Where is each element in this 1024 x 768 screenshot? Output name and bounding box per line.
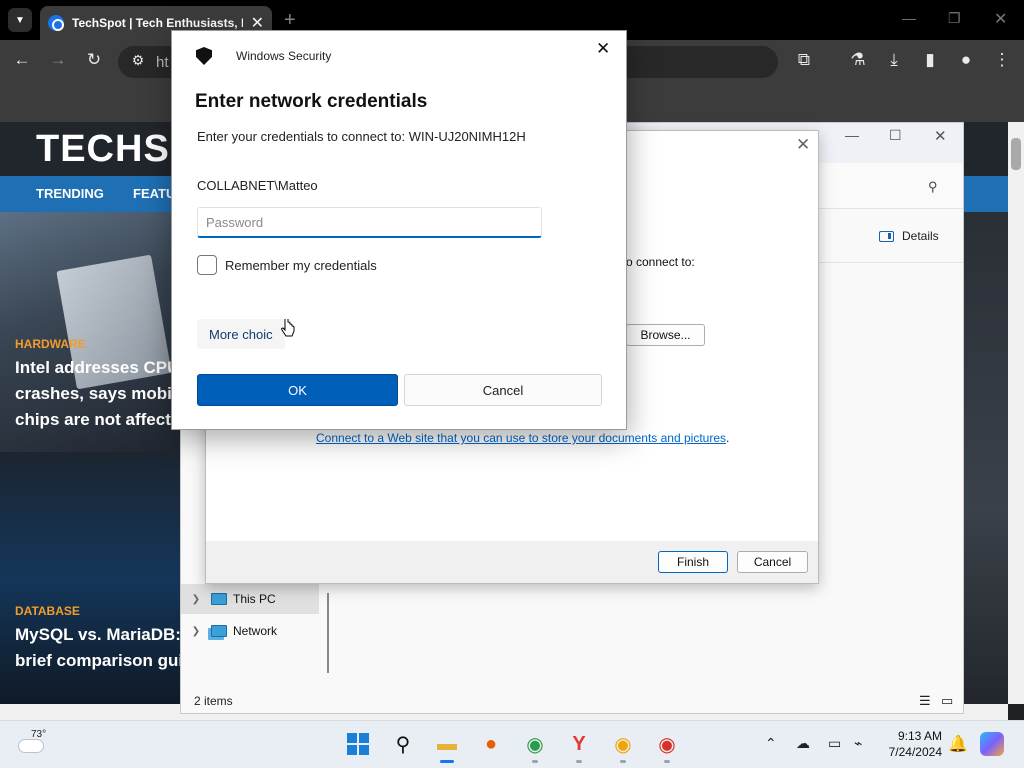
- clock-date: 7/24/2024: [888, 745, 942, 759]
- article-headline[interactable]: crashes, says mobil: [15, 381, 180, 407]
- explorer-close-button[interactable]: ✕: [934, 127, 947, 145]
- show-hidden-icons-chevron-icon[interactable]: ⌃: [765, 735, 777, 752]
- remember-credentials-option[interactable]: Remember my credentials: [197, 255, 377, 275]
- windows-logo-icon: [347, 733, 369, 755]
- windows-taskbar: 73° ⚲ ▬ ● ◉ Y ◉ ◉ ⌃ ☁ ▭ ⌁ 9:13 AM 7/24/2…: [0, 720, 1024, 768]
- running-indicator: [620, 760, 626, 763]
- wizard-cancel-button[interactable]: Cancel: [737, 551, 808, 573]
- network-status-icon[interactable]: ⌁: [854, 735, 862, 752]
- password-input[interactable]: [197, 207, 542, 238]
- explorer-maximize-button[interactable]: ☐: [889, 127, 902, 144]
- network-icon: [211, 625, 227, 637]
- remember-credentials-label: Remember my credentials: [225, 257, 377, 273]
- remember-credentials-checkbox[interactable]: [197, 255, 217, 275]
- page-vertical-scrollbar[interactable]: [1008, 122, 1024, 704]
- details-pane-icon: [879, 230, 894, 242]
- article-category[interactable]: HARDWARE: [15, 337, 86, 351]
- wizard-folder-label: o connect to:: [626, 255, 695, 269]
- hand-cursor-icon: [281, 319, 295, 337]
- weather-temperature: 73°: [31, 729, 47, 740]
- site-info-icon[interactable]: ⚙: [126, 52, 150, 69]
- address-bar-text: ht: [156, 54, 169, 71]
- chevron-right-icon[interactable]: ❯: [181, 626, 211, 637]
- cancel-button[interactable]: Cancel: [404, 374, 602, 406]
- status-item-count: 2 items: [194, 694, 233, 708]
- yandex-browser-icon[interactable]: Y: [564, 729, 594, 763]
- tab-title: TechSpot | Tech Enthusiasts, Po: [72, 16, 243, 30]
- article-headline[interactable]: brief comparison gui: [15, 648, 180, 674]
- back-icon[interactable]: ←: [10, 50, 34, 70]
- extensions-icon[interactable]: ⧉: [792, 50, 816, 70]
- chrome-icon[interactable]: ◉: [520, 729, 550, 763]
- copilot-icon[interactable]: [980, 732, 1004, 756]
- reload-icon[interactable]: ↻: [82, 50, 106, 70]
- nav-tree-this-pc[interactable]: ❯ This PC: [181, 584, 319, 614]
- username-label: COLLABNET\Matteo: [197, 178, 318, 193]
- nav-tree-label: Network: [233, 624, 278, 638]
- firefox-icon[interactable]: ●: [476, 729, 506, 759]
- tab-search-button[interactable]: ▼: [8, 8, 32, 32]
- wizard-close-button[interactable]: ✕: [796, 135, 810, 155]
- chrome-beta-icon[interactable]: ◉: [608, 729, 638, 763]
- more-choices-button[interactable]: More choic: [197, 319, 285, 349]
- ok-button[interactable]: OK: [197, 374, 398, 406]
- file-explorer-taskbar-icon[interactable]: ▬: [432, 729, 462, 763]
- dialog-heading: Enter network credentials: [195, 91, 428, 112]
- article-headline[interactable]: chips are not affecte: [15, 407, 180, 433]
- article-headline[interactable]: Intel addresses CPU: [15, 355, 180, 381]
- hero-image-right: [964, 212, 1008, 704]
- web-site-link[interactable]: Connect to a Web site that you can use t…: [316, 431, 726, 445]
- nav-pane-splitter[interactable]: [327, 593, 329, 673]
- nav-item-trending[interactable]: TRENDING: [36, 186, 104, 201]
- clock-time: 9:13 AM: [897, 729, 942, 743]
- search-icon[interactable]: ⚲: [928, 179, 938, 195]
- page-scrollbar-thumb[interactable]: [1011, 138, 1021, 170]
- taskbar-clock[interactable]: 9:13 AM 7/24/2024: [882, 728, 942, 760]
- profile-avatar-icon[interactable]: ●: [954, 50, 978, 70]
- forward-icon[interactable]: →: [46, 50, 70, 70]
- finish-button[interactable]: Finish: [658, 551, 728, 573]
- dialog-close-button[interactable]: ✕: [596, 39, 610, 59]
- windows-security-dialog: Windows Security ✕ Enter network credent…: [171, 30, 627, 430]
- wizard-footer: Finish Cancel: [206, 541, 818, 583]
- details-pane-button[interactable]: Details: [879, 229, 939, 243]
- close-window-button[interactable]: ✕: [994, 9, 1007, 29]
- labs-icon[interactable]: ⚗: [846, 50, 870, 70]
- display-icon[interactable]: ▭: [828, 735, 841, 752]
- new-tab-button[interactable]: +: [284, 9, 296, 32]
- nav-tree-network[interactable]: ❯ Network: [181, 616, 319, 646]
- notification-bell-icon[interactable]: 🔔: [948, 734, 968, 754]
- running-indicator: [532, 760, 538, 763]
- running-indicator: [440, 760, 454, 763]
- running-indicator: [664, 760, 670, 763]
- start-button[interactable]: [343, 729, 373, 759]
- techspot-favicon-icon: [48, 15, 64, 31]
- search-icon[interactable]: ⚲: [388, 729, 418, 759]
- side-panel-icon[interactable]: ▮: [918, 50, 942, 70]
- chrome-canary-icon[interactable]: ◉: [652, 729, 682, 763]
- nav-tree-label: This PC: [233, 592, 276, 606]
- running-indicator: [576, 760, 582, 763]
- chevron-right-icon[interactable]: ❯: [181, 594, 211, 605]
- menu-kebab-icon[interactable]: ⋮: [990, 50, 1014, 70]
- nav-item-features[interactable]: FEATU: [133, 186, 175, 201]
- restore-window-button[interactable]: ❐: [948, 10, 961, 27]
- article-headline[interactable]: MySQL vs. MariaDB:: [15, 622, 180, 648]
- details-label: Details: [902, 229, 939, 243]
- cloud-icon: [18, 739, 44, 753]
- dialog-app-name: Windows Security: [236, 49, 332, 63]
- link-period: .: [726, 431, 730, 445]
- article-category[interactable]: DATABASE: [15, 604, 80, 618]
- browse-button[interactable]: Browse...: [626, 324, 705, 346]
- download-icon[interactable]: ⤓: [882, 50, 906, 70]
- explorer-minimize-button[interactable]: —: [845, 127, 859, 143]
- dialog-subtitle: Enter your credentials to connect to: WI…: [197, 129, 526, 144]
- shield-icon: [196, 47, 212, 65]
- large-icons-view-icon[interactable]: ▭: [941, 693, 953, 709]
- minimize-window-button[interactable]: —: [902, 10, 916, 26]
- onedrive-offline-icon[interactable]: ☁: [796, 735, 810, 752]
- details-view-icon[interactable]: ☰: [919, 693, 931, 709]
- pc-icon: [211, 593, 227, 605]
